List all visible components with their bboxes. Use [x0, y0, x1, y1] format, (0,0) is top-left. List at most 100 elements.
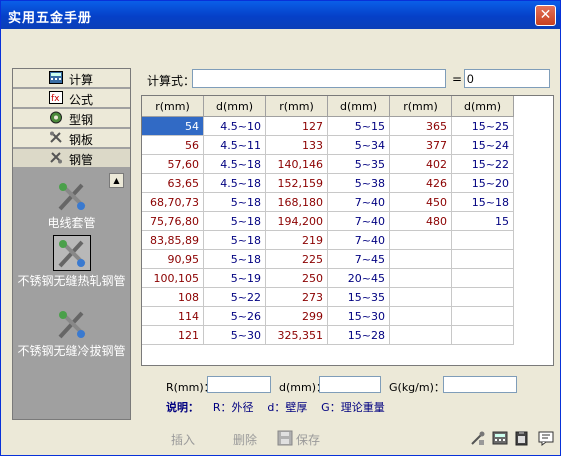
data-grid[interactable]: r(mm) d(mm) r(mm) d(mm) r(mm) d(mm) 54 4.…: [141, 95, 554, 366]
table-cell[interactable]: 5~18: [203, 230, 266, 250]
help-comment-icon[interactable]: [538, 430, 554, 446]
table-cell[interactable]: 133: [265, 135, 328, 155]
table-cell[interactable]: 7~40: [327, 211, 390, 231]
nav-section-steel-button[interactable]: 型钢: [13, 109, 130, 128]
nav-calc-button[interactable]: 计算: [13, 69, 130, 88]
table-cell[interactable]: 15~28: [327, 325, 390, 345]
tools-icon[interactable]: [470, 430, 486, 446]
outer-diameter-input[interactable]: [207, 376, 271, 393]
table-cell[interactable]: [389, 325, 452, 345]
table-cell[interactable]: 15~24: [451, 135, 514, 155]
table-cell[interactable]: 15~25: [451, 116, 514, 136]
table-row[interactable]: 108 5~22 273 15~35: [142, 287, 514, 307]
table-cell[interactable]: 108: [142, 287, 204, 307]
table-cell[interactable]: [451, 268, 514, 288]
table-cell[interactable]: 4.5~10: [203, 116, 266, 136]
table-row[interactable]: 57,60 4.5~18 140,146 5~35 402 15~22: [142, 154, 514, 174]
clipboard-icon[interactable]: [514, 430, 530, 446]
table-cell[interactable]: 450: [389, 192, 452, 212]
table-cell[interactable]: 5~34: [327, 135, 390, 155]
table-cell[interactable]: 7~40: [327, 192, 390, 212]
table-cell[interactable]: 15~18: [451, 192, 514, 212]
category-cold-drawn[interactable]: 不锈钢无缝冷拔钢管: [15, 307, 128, 358]
wall-thickness-input[interactable]: [319, 376, 381, 393]
table-cell[interactable]: 168,180: [265, 192, 328, 212]
table-cell[interactable]: 63,65: [142, 173, 204, 193]
table-cell[interactable]: 5~38: [327, 173, 390, 193]
calculator-icon[interactable]: [492, 430, 508, 446]
table-cell[interactable]: [451, 287, 514, 307]
table-row[interactable]: 114 5~26 299 15~30: [142, 306, 514, 326]
table-cell[interactable]: 83,85,89: [142, 230, 204, 250]
table-cell[interactable]: 20~45: [327, 268, 390, 288]
table-cell[interactable]: 114: [142, 306, 204, 326]
table-row[interactable]: 63,65 4.5~18 152,159 5~38 426 15~20: [142, 173, 514, 193]
table-cell[interactable]: 152,159: [265, 173, 328, 193]
table-row[interactable]: 68,70,73 5~18 168,180 7~40 450 15~18: [142, 192, 514, 212]
table-cell[interactable]: [451, 306, 514, 326]
table-cell[interactable]: [451, 249, 514, 269]
table-row[interactable]: 83,85,89 5~18 219 7~40: [142, 230, 514, 250]
header-d-2[interactable]: d(mm): [327, 96, 390, 117]
table-cell[interactable]: 15~22: [451, 154, 514, 174]
table-cell[interactable]: 56: [142, 135, 204, 155]
table-cell[interactable]: 5~26: [203, 306, 266, 326]
table-row[interactable]: 90,95 5~18 225 7~45: [142, 249, 514, 269]
table-cell[interactable]: 5~35: [327, 154, 390, 174]
table-cell[interactable]: [389, 268, 452, 288]
table-cell[interactable]: 5~30: [203, 325, 266, 345]
table-cell[interactable]: 127: [265, 116, 328, 136]
save-button[interactable]: 保存: [296, 431, 320, 448]
table-cell[interactable]: 140,146: [265, 154, 328, 174]
insert-button[interactable]: 插入: [171, 431, 195, 448]
header-d-3[interactable]: d(mm): [451, 96, 514, 117]
table-cell[interactable]: 4.5~18: [203, 154, 266, 174]
table-cell[interactable]: 57,60: [142, 154, 204, 174]
table-cell[interactable]: 4.5~18: [203, 173, 266, 193]
table-row[interactable]: 56 4.5~11 133 5~34 377 15~24: [142, 135, 514, 155]
table-cell[interactable]: 250: [265, 268, 328, 288]
header-d-1[interactable]: d(mm): [203, 96, 266, 117]
table-cell[interactable]: 5~22: [203, 287, 266, 307]
table-cell[interactable]: 75,76,80: [142, 211, 204, 231]
category-hot-rolled[interactable]: 不锈钢无缝热轧钢管: [15, 235, 128, 288]
table-cell[interactable]: 480: [389, 211, 452, 231]
nav-steel-pipe-button[interactable]: 钢管: [13, 149, 130, 168]
table-cell[interactable]: [389, 249, 452, 269]
table-cell[interactable]: 5~18: [203, 192, 266, 212]
nav-steel-plate-button[interactable]: 钢板: [13, 129, 130, 148]
table-cell[interactable]: 5~15: [327, 116, 390, 136]
table-cell[interactable]: 7~45: [327, 249, 390, 269]
table-cell[interactable]: [389, 287, 452, 307]
table-cell[interactable]: [451, 230, 514, 250]
category-conduit[interactable]: 电线套管: [15, 179, 128, 230]
table-cell[interactable]: 15~35: [327, 287, 390, 307]
table-cell[interactable]: 219: [265, 230, 328, 250]
table-cell[interactable]: 5~19: [203, 268, 266, 288]
table-cell[interactable]: 7~40: [327, 230, 390, 250]
header-r-2[interactable]: r(mm): [265, 96, 328, 117]
delete-button[interactable]: 删除: [233, 431, 257, 448]
table-cell[interactable]: 325,351: [265, 325, 328, 345]
table-cell[interactable]: 4.5~11: [203, 135, 266, 155]
table-cell[interactable]: 377: [389, 135, 452, 155]
table-cell[interactable]: 426: [389, 173, 452, 193]
result-field[interactable]: [464, 69, 550, 88]
close-button[interactable]: ✕: [535, 5, 556, 26]
table-cell[interactable]: 273: [265, 287, 328, 307]
table-cell[interactable]: 225: [265, 249, 328, 269]
nav-formula-button[interactable]: fx 公式: [13, 89, 130, 108]
formula-input[interactable]: [192, 69, 446, 88]
table-cell[interactable]: 15: [451, 211, 514, 231]
table-cell[interactable]: [389, 230, 452, 250]
table-cell[interactable]: 5~18: [203, 211, 266, 231]
table-cell[interactable]: 299: [265, 306, 328, 326]
header-r-1[interactable]: r(mm): [142, 96, 204, 117]
table-cell[interactable]: 5~18: [203, 249, 266, 269]
header-r-3[interactable]: r(mm): [389, 96, 452, 117]
table-row[interactable]: 54 4.5~10 127 5~15 365 15~25: [142, 116, 514, 136]
table-row[interactable]: 121 5~30 325,351 15~28: [142, 325, 514, 345]
table-cell[interactable]: 54: [142, 116, 204, 136]
table-cell[interactable]: 15~30: [327, 306, 390, 326]
table-cell[interactable]: 402: [389, 154, 452, 174]
